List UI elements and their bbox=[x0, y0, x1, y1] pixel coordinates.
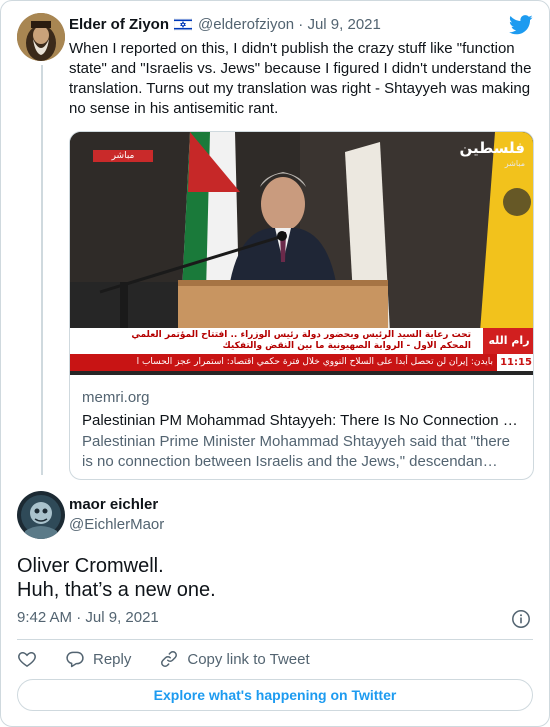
reply-button[interactable]: Reply bbox=[65, 649, 131, 669]
reply-date[interactable]: Jul 9, 2021 bbox=[85, 609, 158, 626]
twitter-bird-icon[interactable] bbox=[508, 15, 533, 40]
link-domain: memri.org bbox=[82, 389, 150, 406]
reply-tweet-text: Oliver Cromwell. Huh, that’s a new one. bbox=[17, 554, 527, 602]
parent-tweet-date[interactable]: Jul 9, 2021 bbox=[307, 16, 380, 33]
parent-author-name[interactable]: Elder of Ziyon bbox=[69, 16, 169, 33]
headline-line-2: المحكم الاول - الرواية الصهيونية ما بين … bbox=[222, 341, 471, 351]
link-icon bbox=[161, 651, 178, 667]
tweet-actions-bar: Reply Copy link to Tweet bbox=[17, 648, 338, 670]
reply-author-name[interactable]: maor eichler bbox=[69, 495, 158, 515]
copy-link-label: Copy link to Tweet bbox=[187, 650, 310, 668]
reply-author-avatar[interactable] bbox=[17, 491, 65, 539]
channel-name: فلسطين bbox=[459, 139, 525, 157]
header-separator: · bbox=[298, 16, 304, 33]
live-badge: مباشر bbox=[93, 150, 153, 162]
tweet-embed-card: Elder of Ziyon @elderofziyon · Jul 9, 202… bbox=[0, 0, 550, 727]
like-button[interactable] bbox=[17, 649, 37, 669]
ticker-clock: 11:15 bbox=[497, 354, 533, 371]
link-preview-image: مباشر فلسطين مباشر تحت رعاية السيد الرئي… bbox=[70, 132, 533, 375]
reply-text-line-2: Huh, that’s a new one. bbox=[17, 579, 216, 601]
actions-divider bbox=[17, 639, 533, 640]
headline-text: تحت رعاية السيد الرئيس وبحضور دولة رئيس … bbox=[131, 330, 471, 352]
headline-strip: تحت رعاية السيد الرئيس وبحضور دولة رئيس … bbox=[70, 328, 533, 354]
reply-author-handle[interactable]: @EichlerMaor bbox=[69, 515, 164, 535]
timestamp-separator: · bbox=[76, 609, 82, 626]
israel-flag-icon bbox=[173, 17, 193, 37]
link-preview-card[interactable]: مباشر فلسطين مباشر تحت رعاية السيد الرئي… bbox=[69, 131, 534, 480]
channel-sub: مباشر bbox=[504, 159, 525, 168]
heart-icon bbox=[18, 651, 36, 667]
reply-text-line-1: Oliver Cromwell. bbox=[17, 555, 164, 577]
copy-link-button[interactable]: Copy link to Tweet bbox=[159, 649, 310, 669]
ticker-text: بايدن: إيران لن تحصل أبدا على السلاح الن… bbox=[136, 357, 493, 367]
explore-twitter-button[interactable]: Explore what's happening on Twitter bbox=[17, 679, 533, 711]
parent-tweet-header: Elder of Ziyon @elderofziyon · Jul 9, 202… bbox=[69, 15, 381, 37]
thread-connector-line bbox=[41, 65, 43, 475]
channel-logo: فلسطين مباشر bbox=[460, 140, 525, 172]
reply-timestamp[interactable]: 9:42 AM · Jul 9, 2021 bbox=[17, 608, 159, 628]
parent-tweet-text: When I reported on this, I didn't publis… bbox=[69, 40, 532, 117]
reply-time[interactable]: 9:42 AM bbox=[17, 609, 72, 626]
news-ticker: بايدن: إيران لن تحصل أبدا على السلاح الن… bbox=[70, 354, 533, 371]
parent-author-avatar[interactable] bbox=[17, 13, 65, 61]
link-title[interactable]: Palestinian PM Mohammad Shtayyeh: There … bbox=[82, 411, 522, 431]
info-icon[interactable] bbox=[511, 609, 531, 634]
headline-line-1: تحت رعاية السيد الرئيس وبحضور دولة رئيس … bbox=[131, 330, 471, 340]
link-description: Palestinian Prime Minister Mohammad Shta… bbox=[82, 433, 511, 470]
location-label: رام الله bbox=[483, 328, 533, 354]
reply-label: Reply bbox=[93, 650, 132, 668]
reply-bubble-icon bbox=[66, 651, 84, 668]
parent-author-handle[interactable]: @elderofziyon bbox=[198, 16, 294, 33]
link-preview-meta: memri.org Palestinian PM Mohammad Shtayy… bbox=[82, 388, 522, 472]
